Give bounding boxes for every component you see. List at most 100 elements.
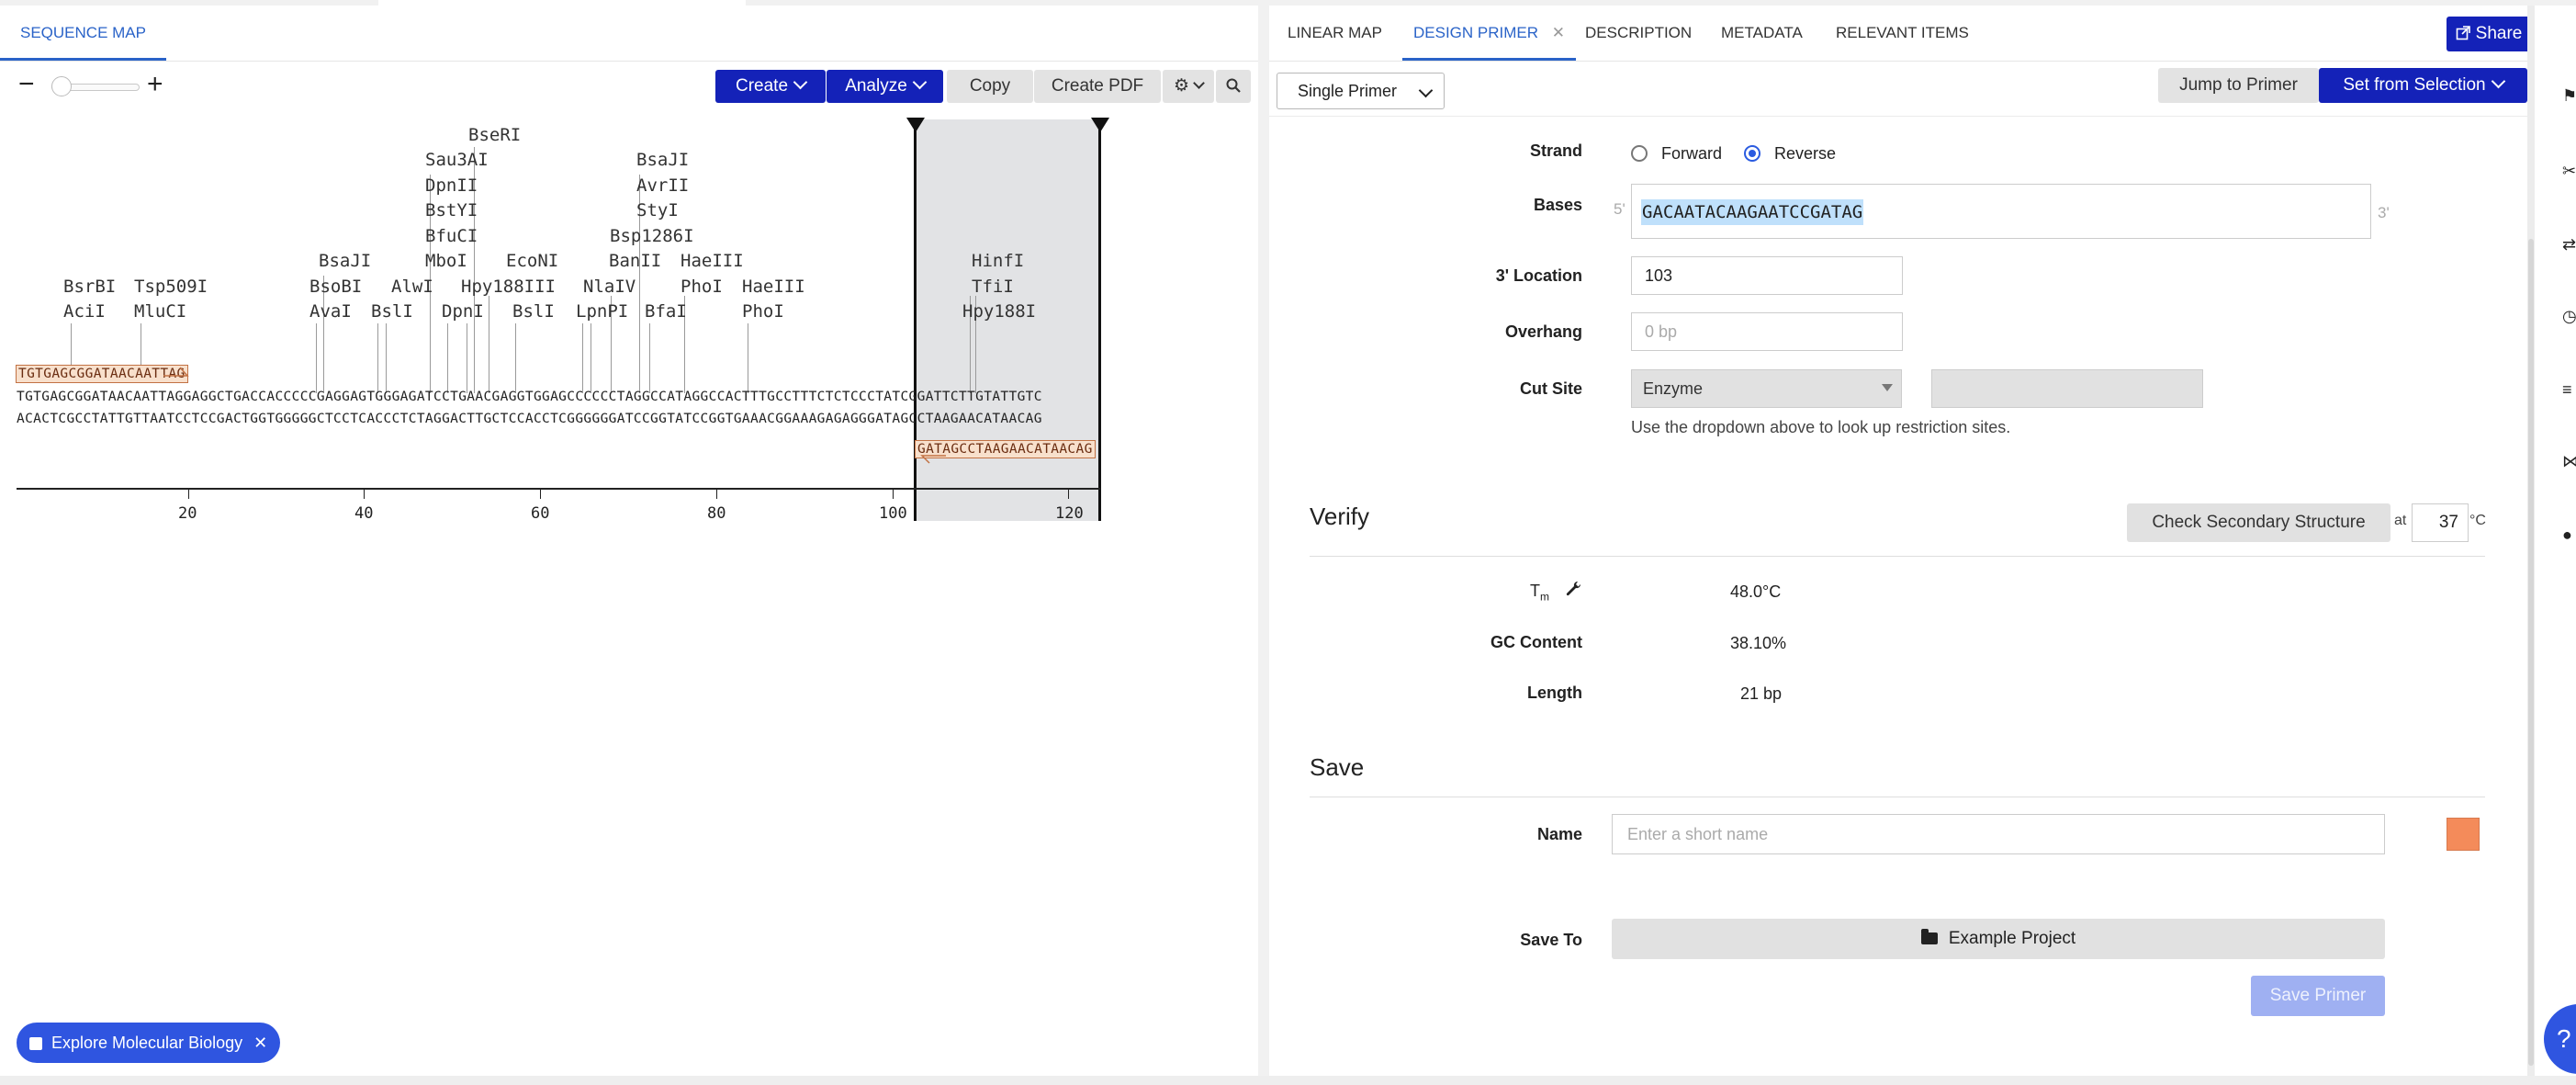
zoom-slider-handle[interactable] — [51, 76, 72, 96]
overhang-input[interactable]: 0 bp — [1631, 312, 1903, 351]
enzyme-label[interactable]: BsaJI — [636, 150, 689, 170]
enzyme-label[interactable]: MboI — [425, 251, 467, 271]
explore-molecular-biology-chip[interactable]: Explore Molecular Biology ✕ — [17, 1023, 281, 1063]
cut-line — [447, 323, 448, 393]
location-label: 3' Location — [1495, 266, 1582, 285]
list-icon[interactable]: ≡ — [2562, 381, 2576, 398]
forward-primer-annotation[interactable]: TGTGAGCGGATAACAATTAG — [16, 365, 188, 383]
bases-value[interactable]: GACAATACAAGAATCCGATAG — [1641, 199, 1864, 225]
close-icon[interactable]: ✕ — [253, 1034, 267, 1052]
enzyme-label[interactable]: EcoNI — [506, 251, 558, 271]
checkbox-icon — [29, 1037, 42, 1050]
selection-start-marker-icon[interactable] — [906, 118, 925, 132]
save-to-project-button[interactable]: Example Project — [1612, 919, 2385, 959]
axis-tick-label: 60 — [531, 504, 550, 523]
primer-type-select[interactable]: Single Primer — [1277, 73, 1445, 109]
tab-relevant-items[interactable]: RELEVANT ITEMS — [1836, 6, 1969, 61]
cut-line — [649, 323, 650, 393]
enzyme-label[interactable]: BslI — [512, 301, 555, 322]
enzyme-label[interactable]: PhoI — [742, 301, 784, 322]
enzyme-label[interactable]: BslI — [371, 301, 413, 322]
enzyme-label[interactable]: AciI — [63, 301, 106, 322]
create-button[interactable]: Create — [715, 70, 826, 103]
selection-end-marker-icon[interactable] — [1091, 118, 1109, 132]
sequence-top-strand[interactable]: TGTGAGCGGATAACAATTAGGAGGCTGACCACCCCCGAGG… — [17, 390, 1042, 404]
tab-description[interactable]: DESCRIPTION — [1585, 6, 1692, 61]
enzyme-label[interactable]: HaeIII — [681, 251, 744, 271]
enzyme-label[interactable]: Hpy188I — [962, 301, 1036, 322]
enzyme-label[interactable]: AvaI — [309, 301, 352, 322]
enzyme-label[interactable]: BseRI — [468, 125, 521, 145]
save-primer-button[interactable]: Save Primer — [2251, 976, 2385, 1016]
enzyme-label[interactable]: BfaI — [645, 301, 687, 322]
axis-tick — [893, 490, 894, 499]
strand-reverse-radio[interactable] — [1744, 145, 1760, 162]
enzyme-label[interactable]: NlaIV — [583, 277, 636, 297]
flag-icon[interactable]: ⚑ — [2562, 87, 2576, 104]
enzyme-label[interactable]: Hpy188III — [461, 277, 556, 297]
check-secondary-structure-button[interactable]: Check Secondary Structure — [2127, 503, 2390, 542]
selection-end-cursor[interactable] — [1098, 119, 1101, 521]
gc-content-label: GC Content — [1490, 633, 1582, 651]
axis-tick-label: 120 — [1055, 504, 1084, 523]
enzyme-label[interactable]: Bsp1286I — [610, 226, 694, 246]
axis-tick — [1068, 490, 1069, 499]
enzyme-label[interactable]: HaeIII — [742, 277, 805, 297]
enzyme-label[interactable]: LpnPI — [576, 301, 628, 322]
enzyme-label[interactable]: DpnI — [442, 301, 484, 322]
jump-to-primer-button[interactable]: Jump to Primer — [2158, 68, 2319, 103]
info-icon[interactable]: ● — [2562, 526, 2576, 543]
gear-icon: ⚙ — [1173, 76, 1190, 96]
zoom-in-button[interactable]: + — [147, 71, 163, 98]
analyze-label: Analyze — [845, 76, 907, 96]
enzyme-label[interactable]: AlwI — [391, 277, 433, 297]
scrollbar-thumb[interactable] — [2528, 239, 2534, 1066]
share-button[interactable]: Share — [2447, 17, 2531, 51]
pane-divider[interactable] — [1258, 6, 1269, 1076]
copy-button[interactable]: Copy — [947, 70, 1033, 103]
cut-line — [386, 323, 387, 393]
share-nodes-icon[interactable]: ⋈ — [2562, 453, 2576, 469]
enzyme-label[interactable]: StyI — [636, 200, 679, 220]
enzyme-label[interactable]: PhoI — [681, 277, 723, 297]
tab-sequence-map[interactable]: SEQUENCE MAP — [0, 6, 166, 61]
enzyme-label[interactable]: BsrBI — [63, 277, 116, 297]
create-pdf-button[interactable]: Create PDF — [1034, 70, 1161, 103]
strand-forward-radio[interactable] — [1631, 145, 1648, 162]
zoom-out-button[interactable]: − — [18, 71, 35, 98]
axis-tick — [188, 490, 189, 499]
settings-button[interactable]: ⚙ — [1163, 70, 1214, 103]
enzyme-label[interactable]: BstYI — [425, 200, 478, 220]
strand-forward-label[interactable]: Forward — [1661, 144, 1722, 164]
enzyme-label[interactable]: BfuCI — [425, 226, 478, 246]
cut-site-select[interactable]: Enzyme — [1631, 369, 1902, 408]
tab-metadata[interactable]: METADATA — [1721, 6, 1803, 61]
history-icon[interactable]: ◷ — [2562, 308, 2576, 324]
tab-linear-map[interactable]: LINEAR MAP — [1288, 6, 1382, 61]
enzyme-label[interactable]: Sau3AI — [425, 150, 489, 170]
tab-design-primer[interactable]: DESIGN PRIMER ✕ — [1402, 6, 1577, 61]
analyze-button[interactable]: Analyze — [827, 70, 943, 103]
swap-icon[interactable]: ⇄ — [2562, 236, 2576, 253]
primer-name-input[interactable]: Enter a short name — [1612, 814, 2385, 854]
search-button[interactable] — [1216, 70, 1251, 103]
enzyme-label[interactable]: BanII — [609, 251, 661, 271]
set-from-selection-button[interactable]: Set from Selection — [2319, 68, 2527, 103]
wrench-icon[interactable] — [1564, 580, 1582, 598]
enzyme-label[interactable]: TfiI — [972, 277, 1014, 297]
enzyme-label[interactable]: MluCI — [134, 301, 186, 322]
close-icon[interactable]: ✕ — [1552, 24, 1565, 41]
enzyme-label[interactable]: DpnII — [425, 175, 478, 196]
sequence-bottom-strand[interactable]: ACACTCGCCTATTGTTAATCCTCCGACTGGTGGGGGCTCC… — [17, 412, 1042, 426]
temperature-input[interactable]: 37 — [2412, 503, 2469, 542]
scissors-icon[interactable]: ✂ — [2562, 163, 2576, 179]
primer-color-swatch[interactable] — [2447, 818, 2480, 851]
enzyme-label[interactable]: BsoBI — [309, 277, 362, 297]
enzyme-label[interactable]: AvrII — [636, 175, 689, 196]
location-input[interactable]: 103 — [1631, 256, 1903, 295]
strand-reverse-label[interactable]: Reverse — [1774, 144, 1836, 164]
cut-site-enzyme-input[interactable] — [1931, 369, 2203, 408]
enzyme-label[interactable]: Tsp509I — [134, 277, 208, 297]
enzyme-label[interactable]: BsaJI — [319, 251, 371, 271]
enzyme-label[interactable]: HinfI — [972, 251, 1024, 271]
